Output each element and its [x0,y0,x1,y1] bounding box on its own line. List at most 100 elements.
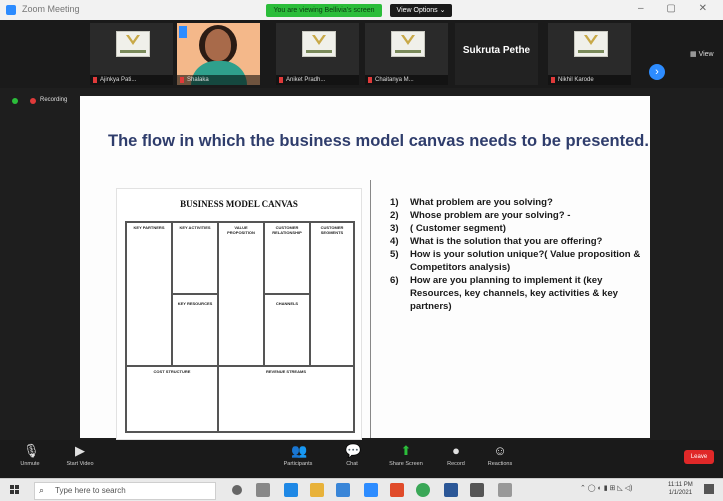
value-proposition-cell: VALUE PROPOSITION [218,222,264,366]
system-tray-icons[interactable]: ⌃ ◯ ◐ ▮ ⊞ ◺ ◁) [580,484,632,492]
institute-logo-icon [391,31,425,57]
participant-name: Sukruta Pethe [462,45,531,56]
cell-label: CHANNELS [275,301,299,306]
chrome-icon[interactable] [416,483,430,497]
channels-cell: CHANNELS [264,294,310,366]
customer-segments-cell: CUSTOMER SEGMENTS [310,222,354,366]
connection-icon [12,98,18,104]
key-resources-cell: KEY RESOURCES [172,294,218,366]
record-label: Record [447,461,465,467]
clock-time: 11:11 PM [668,482,693,488]
unmute-button[interactable]: 🎙 Unmute [8,444,52,468]
app-icon[interactable] [444,483,458,497]
view-button[interactable]: ▦ View [690,50,714,58]
office-icon[interactable] [390,483,404,497]
view-options-button[interactable]: View Options ⌄ [390,4,452,17]
search-placeholder: Type here to search [55,486,126,495]
zoom-taskbar-icon[interactable] [364,483,378,497]
window-title-bar: Zoom Meeting You are viewing Bellivia's … [0,0,723,21]
share-screen-label: Share Screen [389,461,423,467]
active-speaker-icon [179,26,187,38]
edge-icon[interactable] [284,483,298,497]
share-screen-icon: ⬆ [400,443,412,458]
item-text: What is the solution that you are offeri… [410,236,603,247]
app-icon[interactable] [470,483,484,497]
participant-tile[interactable]: Chaitanya M... [365,23,448,85]
file-explorer-icon[interactable] [310,483,324,497]
slide-divider [370,180,371,438]
list-item: 5) How is your solution unique?( Value pr… [390,248,650,274]
participant-name: Ajinkya Pati... [90,75,173,85]
video-off-icon: ▶ [75,443,85,458]
taskbar-clock[interactable]: 11:11 PM 1/1/2021 [668,481,693,497]
start-video-label: Start Video [66,461,94,467]
item-number: 4) [390,236,399,247]
share-screen-button[interactable]: ⬆ Share Screen [384,443,428,468]
zoom-app-icon [6,5,16,15]
participant-strip: Ajinkya Pati... Shalaka Aniket Pradh... … [0,20,723,88]
window-title: Zoom Meeting [22,4,80,14]
notifications-icon[interactable] [704,484,714,494]
slide-title: The flow in which the business model can… [108,132,649,150]
institute-logo-icon [302,31,336,57]
taskbar-search-input[interactable]: ⌕ Type here to search [34,482,216,500]
canvas-grid: KEY PARTNERS KEY ACTIVITIES KEY RESOURCE… [125,221,355,433]
list-item: 4) What is the solution that you are offe… [390,235,650,248]
store-icon[interactable] [336,483,350,497]
item-text: How are you planning to implement it (ke… [410,275,618,312]
revenue-streams-cell: REVENUE STREAMS [218,366,354,432]
participant-name: Nikhil Karode [548,75,631,85]
cell-label: CUSTOMER SEGMENTS [320,225,344,235]
windows-start-icon[interactable] [10,485,20,495]
canvas-title: BUSINESS MODEL CANVAS [180,199,298,209]
search-icon: ⌕ [39,485,45,495]
item-number: 6) [390,275,399,286]
start-video-button[interactable]: ▶ Start Video [58,443,102,468]
task-view-icon[interactable] [256,483,270,497]
participant-name: Aniket Pradh... [276,75,359,85]
cortana-icon[interactable] [232,485,242,495]
participants-button[interactable]: 👥 Participants [276,444,320,468]
participants-label: Participants [283,461,313,467]
participant-tile[interactable]: Sukruta Pethe [455,23,538,85]
record-icon: ● [452,443,460,458]
chat-button[interactable]: 💬 Chat [330,443,374,468]
item-text: What problem are you solving? [410,197,553,208]
reactions-icon: ☺ [493,443,507,458]
participant-tile[interactable]: Ajinkya Pati... [90,23,173,85]
question-list: 1) What problem are you solving? 2) Whose … [390,196,650,313]
item-number: 1) [390,197,399,208]
window-controls[interactable]: – ▢ ✕ [638,3,717,14]
participant-name: Chaitanya M... [365,75,448,85]
chat-icon: 💬 [345,443,362,458]
next-page-arrow-icon[interactable]: › [649,64,665,80]
list-item: 6) How are you planning to implement it (… [390,274,650,313]
clock-date: 1/1/2021 [668,490,693,496]
viewing-share-banner: You are viewing Bellivia's screen [266,4,382,17]
customer-relationship-cell: CUSTOMER RELATIONSHIP [264,222,310,294]
view-label: View [698,51,714,58]
key-partners-cell: KEY PARTNERS [126,222,172,366]
cell-label: KEY RESOURCES [177,301,213,306]
item-number: 3) [390,223,399,234]
list-item: 1) What problem are you solving? [390,196,650,209]
cell-label: CUSTOMER RELATIONSHIP [272,225,302,235]
cell-label: VALUE PROPOSITION [227,225,255,235]
list-item: 3) ( Customer segment) [390,222,650,235]
participant-tile[interactable]: Nikhil Karode [548,23,631,85]
record-dot-icon [30,98,36,104]
participant-video-tile[interactable]: Shalaka [177,23,260,85]
record-button[interactable]: ● Record [434,443,478,468]
app-icon[interactable] [498,483,512,497]
chat-label: Chat [346,461,358,467]
participant-tile[interactable]: Aniket Pradh... [276,23,359,85]
reactions-button[interactable]: ☺ Reactions [478,443,522,468]
item-text: Whose problem are your solving? - [410,210,571,221]
os-taskbar: ⌕ Type here to search ⌃ ◯ ◐ ▮ ⊞ ◺ ◁) 11:… [0,478,723,501]
item-number: 5) [390,249,399,260]
shared-screen-slide: The flow in which the business model can… [80,96,650,440]
business-model-canvas: BUSINESS MODEL CANVAS KEY PARTNERS KEY A… [116,188,362,440]
leave-button[interactable]: Leave [684,450,714,464]
cell-label: COST STRUCTURE [153,369,191,374]
cell-label: KEY PARTNERS [133,225,165,230]
